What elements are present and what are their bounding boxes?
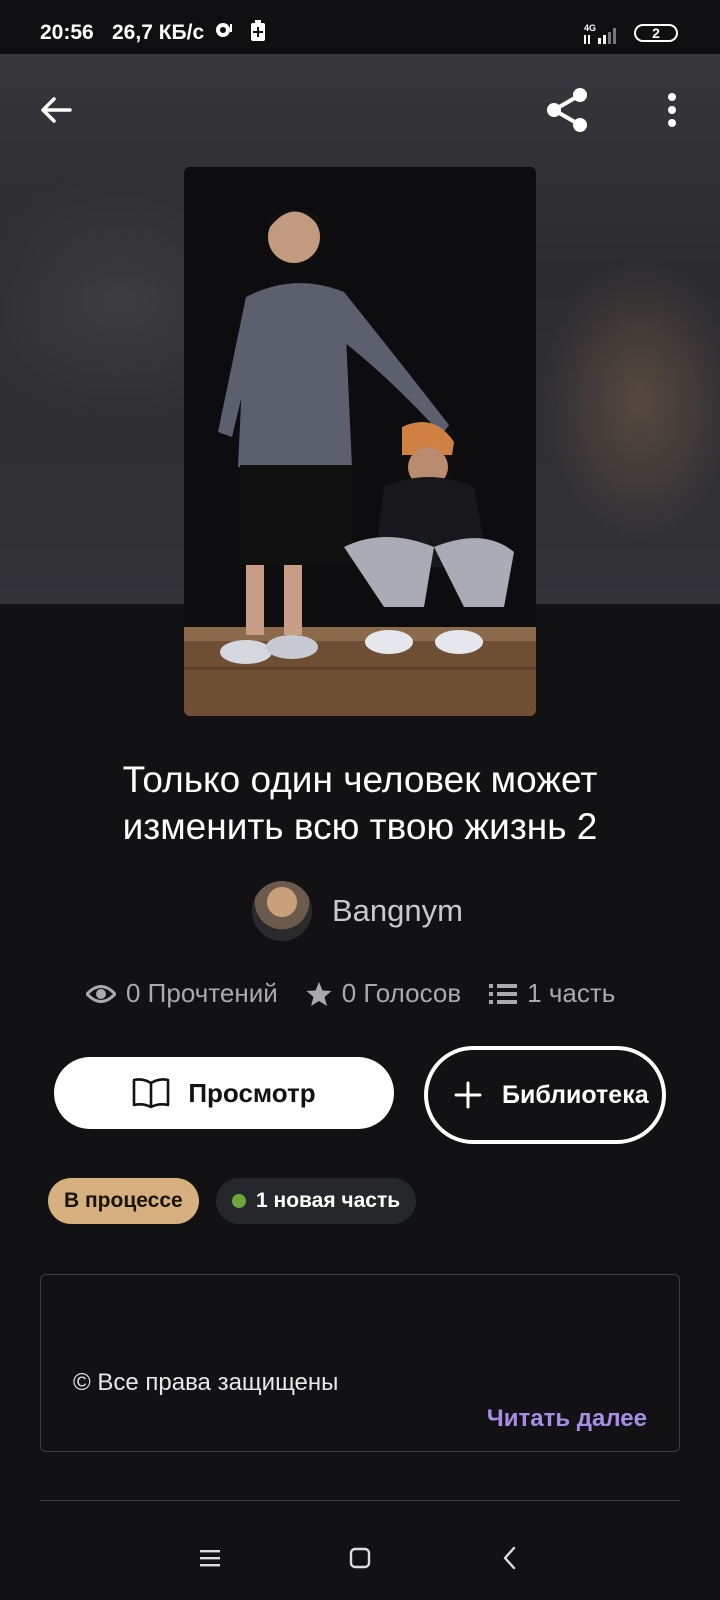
parts-stat: 1 часть: [489, 978, 615, 1009]
story-cover-image: [184, 167, 536, 716]
star-icon: [306, 981, 332, 1006]
status-bar: 20:56 26,7 КБ/с 4G 2: [0, 0, 720, 54]
plus-icon: [454, 1081, 482, 1109]
parts-count: 1 часть: [527, 978, 616, 1008]
recent-apps-button[interactable]: [190, 1538, 230, 1578]
view-button-label: Просмотр: [188, 1077, 316, 1108]
read-more-link[interactable]: Читать далее: [487, 1405, 647, 1433]
add-to-library-button[interactable]: Библиотека: [424, 1046, 666, 1144]
book-icon: [133, 1078, 170, 1109]
story-title: Только один человек может изменить всю т…: [122, 759, 598, 847]
author-avatar[interactable]: [252, 881, 312, 941]
story-stats: 0 Прочтений 0 Голосов 1 часть: [86, 978, 643, 1009]
new-parts-badge: 1 новая часть: [216, 1178, 417, 1224]
status-badge: В процессе: [48, 1178, 199, 1224]
status-speed: 26,7 КБ/с: [112, 21, 205, 44]
list-icon: [489, 983, 518, 1004]
home-icon: [349, 1547, 371, 1569]
more-options-button[interactable]: [642, 80, 702, 140]
notification-icon: [214, 20, 234, 46]
description-text: © Все права защищены: [73, 1369, 339, 1396]
votes-stat: 0 Голосов: [306, 978, 461, 1009]
back-chevron-icon: [503, 1546, 516, 1570]
share-button[interactable]: [538, 80, 598, 140]
battery-saver-icon: [250, 20, 266, 48]
system-back-button[interactable]: [490, 1538, 530, 1578]
svg-text:4G: 4G: [584, 23, 596, 33]
new-indicator-dot: [232, 1194, 246, 1208]
reads-count: 0 Прочтений: [126, 978, 278, 1008]
votes-count: 0 Голосов: [341, 978, 462, 1008]
back-arrow-icon: [41, 97, 72, 123]
library-button-label: Библиотека: [502, 1081, 649, 1109]
author-name[interactable]: Bangnym: [332, 893, 463, 929]
home-button[interactable]: [340, 1538, 380, 1578]
author-link[interactable]: Bangnym: [252, 880, 463, 942]
section-divider: [40, 1500, 680, 1501]
description-card: © Все права защищены Читать далее: [40, 1274, 680, 1452]
battery-indicator: 2: [634, 24, 678, 42]
view-button[interactable]: Просмотр: [54, 1057, 394, 1129]
back-button[interactable]: [26, 80, 86, 140]
eye-icon: [86, 984, 116, 1003]
status-time: 20:56: [40, 21, 94, 44]
new-parts-label: 1 новая часть: [256, 1189, 401, 1212]
more-vertical-icon: [668, 93, 676, 127]
share-icon: [547, 88, 587, 132]
reads-stat: 0 Прочтений: [86, 978, 278, 1009]
signal-icon: 4G: [584, 23, 616, 44]
menu-icon: [200, 1550, 220, 1567]
